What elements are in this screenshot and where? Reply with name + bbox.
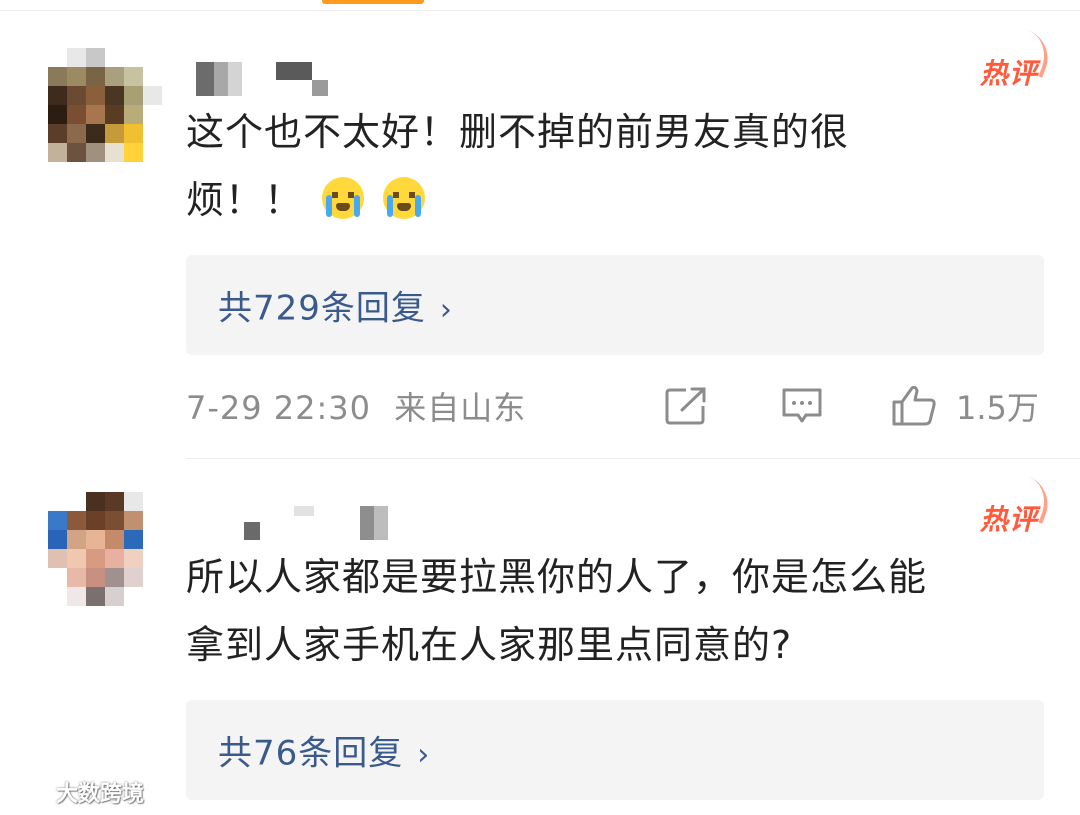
- timestamp: 7-29 22:30: [186, 389, 372, 427]
- comment-divider: [186, 458, 1080, 459]
- comment-button[interactable]: [780, 385, 824, 427]
- replies-panel[interactable]: 共76条回复 ›: [186, 700, 1044, 800]
- comment-text-line-2: 拿到人家手机在人家那里点同意的?: [186, 623, 793, 667]
- comment-text-fragment: 烦！！: [186, 178, 304, 222]
- comment-text-line: 所以人家都是要拉黑你的人了，你是怎么能: [186, 555, 928, 599]
- avatar[interactable]: [48, 492, 162, 606]
- comment-meta: 7-29 22:30 来自山东: [186, 383, 526, 429]
- chevron-right-icon: ›: [417, 737, 431, 773]
- tab-indicator: [0, 0, 1080, 12]
- chevron-right-icon: ›: [439, 292, 453, 328]
- crying-emoji-icon: [383, 177, 426, 219]
- comment-text-line-2: 烦！！: [186, 166, 1046, 234]
- watermark-text: 大数跨境: [56, 782, 145, 807]
- comment-body: 所以人家都是要拉黑你的人了，你是怎么能 拿到人家手机在人家那里点同意的?: [186, 543, 1046, 679]
- comment-icon: [782, 388, 822, 423]
- comment-meta-row: 7-29 22:30 来自山东 1.5万: [186, 376, 1046, 436]
- top-divider-line: [0, 10, 1080, 11]
- share-icon: [665, 387, 706, 425]
- view-replies-link[interactable]: 共76条回复 ›: [218, 726, 430, 775]
- hot-comment-badge: 热评: [980, 52, 1038, 92]
- active-tab-accent: [322, 0, 424, 4]
- replies-count-label: 共729条回复: [218, 288, 426, 329]
- watermark-logo-icon: [12, 782, 49, 801]
- comment-text-line: 这个也不太好！删不掉的前男友真的很: [186, 110, 850, 154]
- hot-comment-badge: 热评: [980, 498, 1038, 538]
- view-replies-link[interactable]: 共729条回复 ›: [218, 281, 453, 330]
- comment-thread: 热评 这个也不太好！删不掉的前男友真的很 烦！！ 共729条回复 › 7-29 2…: [0, 0, 1080, 815]
- like-button[interactable]: 1.5万: [890, 383, 1039, 429]
- username-redacted[interactable]: [196, 62, 336, 96]
- avatar[interactable]: [48, 48, 162, 162]
- crying-emoji-icon: [322, 177, 365, 219]
- share-button[interactable]: [664, 386, 708, 426]
- replies-count-label: 共76条回复: [218, 733, 404, 774]
- username-redacted[interactable]: [244, 506, 394, 540]
- comment-body: 这个也不太好！删不掉的前男友真的很 烦！！: [186, 98, 1046, 234]
- location: 来自山东: [394, 389, 527, 427]
- replies-panel[interactable]: 共729条回复 ›: [186, 255, 1044, 355]
- thumbs-up-icon: [892, 385, 936, 426]
- like-count: 1.5万: [956, 389, 1039, 427]
- watermark: 大数跨境: [10, 776, 144, 808]
